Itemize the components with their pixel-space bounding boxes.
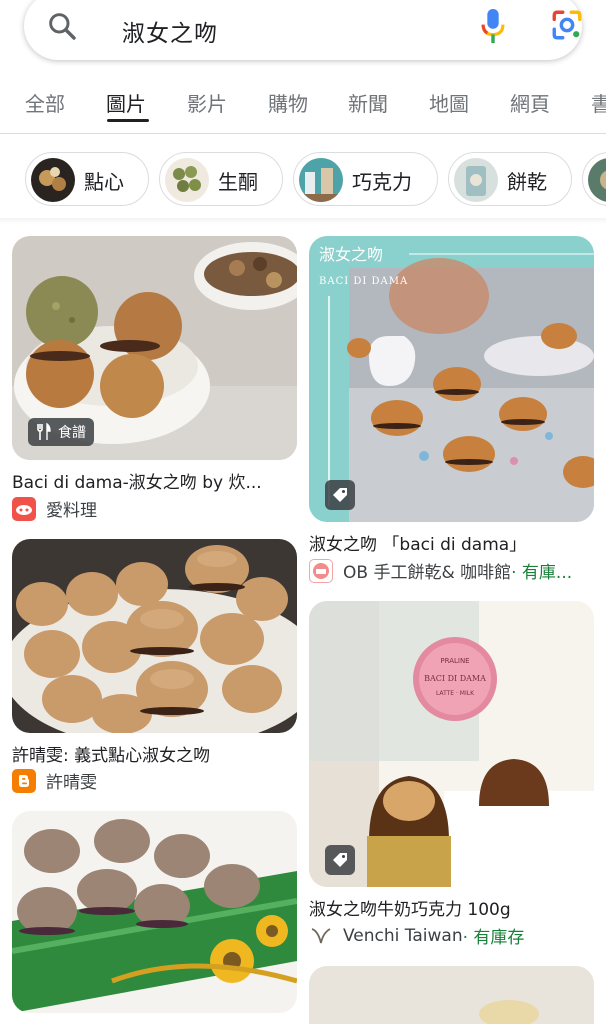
recipe-badge-label: 食譜: [58, 425, 86, 441]
image-result[interactable]: [309, 966, 594, 1024]
microphone-icon[interactable]: [476, 6, 510, 46]
result-source[interactable]: 愛料理: [12, 496, 97, 521]
result-source[interactable]: Venchi Taiwan · 有庫存: [309, 923, 524, 948]
chip-thumbnail: [165, 158, 209, 202]
chip-cookies[interactable]: 餅乾: [448, 152, 572, 206]
result-image[interactable]: PRALINE BACI DI DAMA LATTE · MILK: [309, 601, 594, 887]
chip-snacks[interactable]: 點心: [25, 152, 149, 206]
search-tabs: 全部 圖片 影片 購物 新聞 地圖 網頁 書: [0, 78, 606, 134]
stock-status: · 有庫存: [462, 928, 525, 948]
result-image[interactable]: [309, 966, 594, 1024]
search-icon[interactable]: [46, 10, 78, 42]
chip-chocolate[interactable]: 巧克力: [293, 152, 438, 206]
tab-videos[interactable]: 影片: [187, 88, 227, 117]
svg-text:BACI DI DAMA: BACI DI DAMA: [424, 674, 486, 683]
chip-thumbnail: [31, 158, 75, 202]
source-name: Venchi Taiwan: [343, 925, 463, 946]
tab-images[interactable]: 圖片: [106, 88, 146, 117]
ob-cafe-logo-icon: [309, 558, 333, 583]
svg-text:PRALINE: PRALINE: [440, 657, 469, 665]
chip-label: 生酮: [218, 170, 258, 194]
google-lens-icon[interactable]: [550, 8, 584, 42]
result-image[interactable]: 食譜: [12, 236, 297, 460]
chip-label: 點心: [84, 170, 124, 194]
tab-all[interactable]: 全部: [25, 88, 65, 117]
image-result[interactable]: [12, 811, 297, 1024]
chip-thumbnail: [454, 158, 498, 202]
result-title[interactable]: 許晴雯: 義式點心淑女之吻: [12, 741, 297, 766]
image-result[interactable]: PRALINE BACI DI DAMA LATTE · MILK 淑女之吻牛奶…: [309, 601, 594, 951]
image-result[interactable]: 食譜 Baci di dama-淑女之吻 by 炊... 愛料理: [12, 236, 297, 526]
recipe-badge: 食譜: [28, 418, 94, 446]
active-tab-indicator: [107, 119, 149, 122]
source-name: 許晴雯: [46, 773, 97, 793]
chip-more[interactable]: [582, 152, 606, 206]
aililiao-logo-icon: [12, 496, 36, 521]
image-overlay-subtext: BACI DI DAMA: [319, 276, 408, 287]
blogger-logo-icon: [12, 768, 36, 793]
chip-keto[interactable]: 生酮: [159, 152, 283, 206]
result-image[interactable]: 淑女之吻 BACI DI DAMA: [309, 236, 594, 522]
search-bar[interactable]: 淑女之吻: [24, 0, 582, 60]
source-name: OB 手工餅乾& 咖啡館: [343, 563, 512, 583]
image-result[interactable]: 許晴雯: 義式點心淑女之吻 許晴雯: [12, 539, 297, 799]
result-image[interactable]: [12, 539, 297, 733]
result-image[interactable]: [12, 811, 297, 1013]
refinement-chips: 點心 生酮 巧克力 餅乾: [0, 150, 606, 210]
venchi-logo-icon: [309, 924, 333, 948]
source-name: 愛料理: [46, 501, 97, 521]
chip-thumbnail: [299, 158, 343, 202]
tab-books[interactable]: 書: [591, 88, 606, 117]
search-input[interactable]: 淑女之吻: [122, 14, 218, 48]
chip-label: 巧克力: [352, 170, 412, 194]
svg-text:LATTE · MILK: LATTE · MILK: [436, 690, 475, 697]
image-result[interactable]: 淑女之吻 BACI DI DAMA 淑女之吻 「baci di dama」 OB…: [309, 236, 594, 586]
product-tag-icon: [325, 480, 355, 510]
result-source[interactable]: OB 手工餅乾& 咖啡館 · 有庫...: [309, 558, 594, 583]
result-title[interactable]: Baci di dama-淑女之吻 by 炊...: [12, 468, 297, 493]
product-tag-icon: [325, 845, 355, 875]
chip-label: 餅乾: [507, 170, 547, 194]
tab-maps[interactable]: 地圖: [429, 88, 469, 117]
result-source[interactable]: 許晴雯: [12, 768, 97, 793]
result-title[interactable]: 淑女之吻 「baci di dama」: [309, 530, 594, 555]
fork-knife-icon: [37, 423, 51, 440]
tab-shopping[interactable]: 購物: [268, 88, 308, 117]
chips-divider: [0, 218, 606, 224]
tab-web[interactable]: 網頁: [510, 88, 550, 117]
tab-news[interactable]: 新聞: [348, 88, 388, 117]
image-overlay-text: 淑女之吻: [319, 245, 383, 264]
chip-thumbnail: [588, 158, 606, 202]
stock-status: · 有庫...: [511, 563, 573, 583]
result-title[interactable]: 淑女之吻牛奶巧克力 100g: [309, 895, 594, 920]
